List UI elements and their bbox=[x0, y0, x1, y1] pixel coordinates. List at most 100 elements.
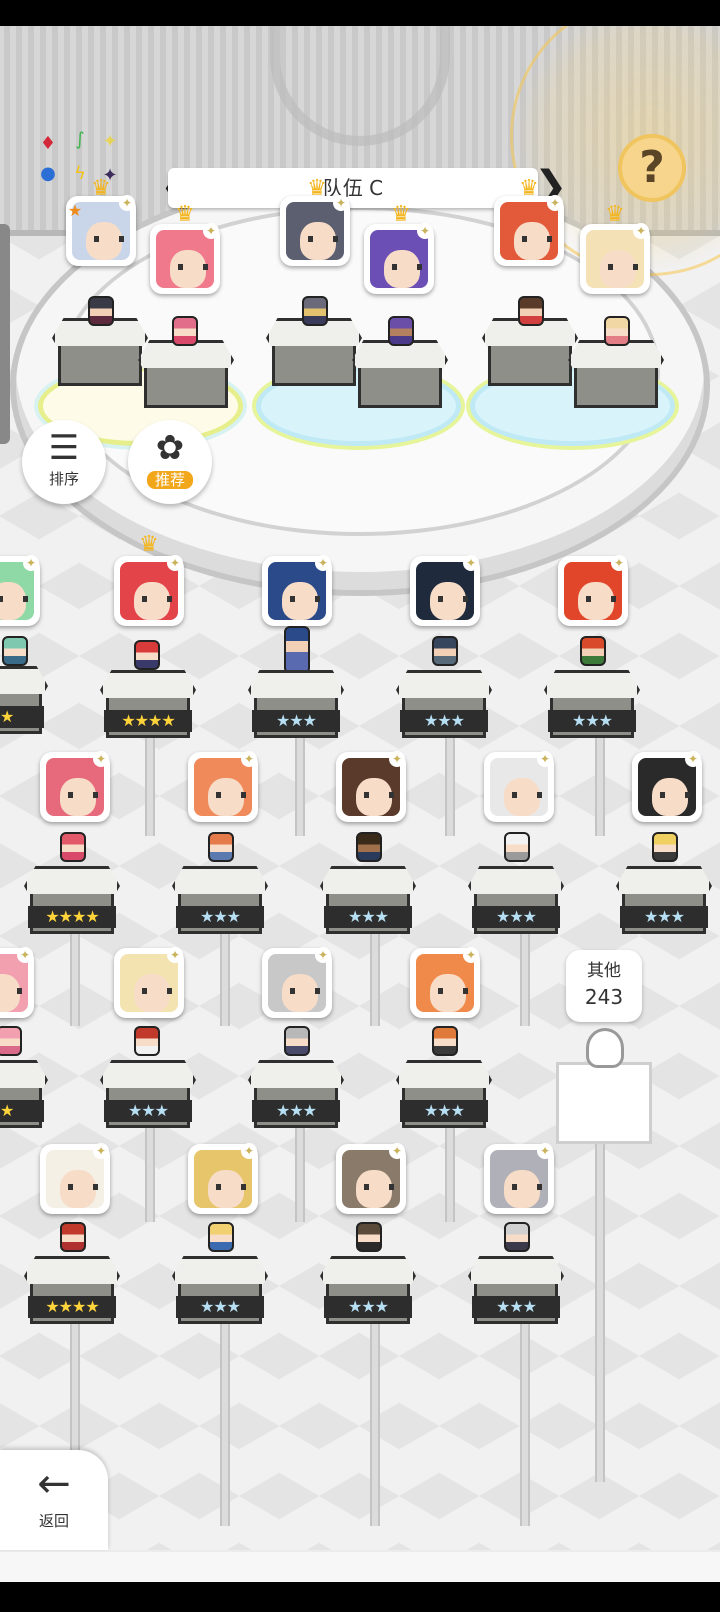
star-rating: ★★★ bbox=[324, 1296, 412, 1318]
roster-portrait[interactable]: ✦ bbox=[484, 751, 554, 822]
roster-portrait[interactable]: ✦ bbox=[410, 947, 480, 1018]
roster-pedestal[interactable]: ★★★ bbox=[468, 1256, 564, 1328]
character-sprite bbox=[580, 636, 606, 666]
team-pedestal[interactable] bbox=[568, 340, 664, 412]
character-sprite bbox=[60, 1222, 86, 1252]
roster-portrait[interactable]: ✦ bbox=[262, 555, 332, 626]
team-member-portrait[interactable]: ✦ bbox=[364, 223, 434, 294]
character-sprite bbox=[504, 1222, 530, 1252]
character-sprite bbox=[356, 832, 382, 862]
character-sprite bbox=[518, 296, 544, 326]
recommend-label: 推荐 bbox=[146, 471, 193, 489]
roster-portrait[interactable]: ✦ bbox=[632, 751, 702, 822]
others-count-bubble[interactable]: 其他 243 bbox=[566, 950, 642, 1022]
character-sprite bbox=[0, 1026, 22, 1056]
roster-pedestal[interactable]: ★★★ bbox=[320, 866, 416, 938]
roster-pedestal[interactable]: ★★★ bbox=[396, 670, 492, 742]
roster-pedestal[interactable]: ★★★ bbox=[616, 866, 712, 938]
back-arrow-icon: ← bbox=[37, 1461, 71, 1507]
star-rating: ★★★★ bbox=[104, 710, 192, 732]
roster-portrait[interactable]: ✦ bbox=[0, 555, 40, 626]
roster-pedestal[interactable]: ★★★★ bbox=[24, 1256, 120, 1328]
game-scene: ♦ ∫ ✦ ● ϟ ✦ ❮ 队伍 C ❯ ? ✦ ★ ♛ ✦ ♛ ✦ ♛ ✦ ♛… bbox=[0, 26, 720, 1582]
character-sprite bbox=[302, 296, 328, 326]
character-sprite bbox=[172, 316, 198, 346]
team-member-portrait[interactable]: ✦ bbox=[494, 195, 564, 266]
star-rating: ★★★ bbox=[620, 906, 708, 928]
roster-portrait[interactable]: ✦ bbox=[410, 555, 480, 626]
star-icon: ★ bbox=[67, 201, 83, 220]
pole bbox=[220, 1296, 230, 1526]
character-sprite bbox=[134, 1026, 160, 1056]
roster-pedestal[interactable]: ★★★★ bbox=[24, 866, 120, 938]
team-member-portrait[interactable]: ✦ bbox=[280, 195, 350, 266]
roster-pedestal[interactable]: ★★★ bbox=[172, 1256, 268, 1328]
character-sprite bbox=[88, 296, 114, 326]
team-member-portrait[interactable]: ✦ bbox=[150, 223, 220, 294]
back-button[interactable]: ← 返回 bbox=[0, 1450, 108, 1550]
fire-element-icon: ♦ bbox=[39, 133, 57, 154]
star-rating: ★★★ bbox=[472, 1296, 560, 1318]
roster-pedestal[interactable]: ★★★ bbox=[396, 1060, 492, 1132]
roster-pedestal[interactable]: ★★★ bbox=[320, 1256, 416, 1328]
star-rating: ★★★ bbox=[252, 1100, 340, 1122]
roster-portrait[interactable]: ✦ bbox=[336, 751, 406, 822]
roster-portrait[interactable]: ✦ bbox=[484, 1143, 554, 1214]
roster-pedestal[interactable]: ★★★ bbox=[248, 1060, 344, 1132]
roster-pedestal[interactable]: ★★ bbox=[0, 666, 48, 738]
recommend-button[interactable]: ✿ 推荐 bbox=[128, 420, 212, 504]
roster-portrait[interactable]: ✦ bbox=[188, 751, 258, 822]
roster-pedestal[interactable]: ★★★ bbox=[100, 1060, 196, 1132]
roster-pedestal[interactable]: ★★★★ bbox=[100, 670, 196, 742]
roster-pedestal[interactable]: ★★★ bbox=[248, 670, 344, 742]
team-member-portrait[interactable]: ✦ bbox=[580, 223, 650, 294]
team-pedestal[interactable] bbox=[52, 318, 148, 390]
roster-portrait[interactable]: ✦ bbox=[0, 947, 34, 1018]
pole bbox=[520, 1296, 530, 1526]
team-pedestal[interactable] bbox=[266, 318, 362, 390]
roster-portrait[interactable]: ✦ bbox=[114, 947, 184, 1018]
others-pedestal[interactable] bbox=[556, 1062, 652, 1144]
sort-label: 排序 bbox=[48, 470, 79, 488]
star-rating: ★★ bbox=[0, 1100, 44, 1122]
character-sprite bbox=[388, 316, 414, 346]
team-pedestal[interactable] bbox=[482, 318, 578, 390]
side-drawer-handle[interactable] bbox=[0, 224, 10, 444]
roster-portrait[interactable]: ✦ bbox=[40, 751, 110, 822]
roster-pedestal[interactable]: ★★★ bbox=[468, 866, 564, 938]
star-rating: ★★ bbox=[0, 706, 44, 728]
character-sprite bbox=[208, 832, 234, 862]
roster-pedestal[interactable]: ★★★ bbox=[544, 670, 640, 742]
roster-pedestal[interactable]: ★★ bbox=[0, 1060, 48, 1132]
team-pedestal[interactable] bbox=[352, 340, 448, 412]
roster-portrait[interactable]: ✦ bbox=[40, 1143, 110, 1214]
navigation-bar bbox=[0, 1582, 720, 1612]
team-pedestal[interactable] bbox=[138, 340, 234, 412]
status-bar bbox=[0, 0, 720, 26]
crown-icon: ♛ bbox=[391, 202, 411, 227]
character-sprite bbox=[60, 832, 86, 862]
team-name-bar: 队伍 C bbox=[168, 168, 538, 208]
help-button[interactable]: ? bbox=[618, 134, 686, 202]
flower-icon: ✿ bbox=[155, 428, 185, 468]
character-sprite bbox=[432, 636, 458, 666]
crown-icon: ♛ bbox=[519, 176, 539, 201]
roster-portrait[interactable]: ✦ bbox=[188, 1143, 258, 1214]
pole bbox=[370, 1296, 380, 1526]
character-sprite bbox=[284, 626, 310, 674]
sort-button[interactable]: ☰ 排序 bbox=[22, 420, 106, 504]
others-label: 其他 bbox=[587, 961, 621, 981]
star-rating: ★★★ bbox=[176, 1296, 264, 1318]
roster-portrait[interactable]: ✦ bbox=[114, 555, 184, 626]
star-rating: ★★★ bbox=[400, 710, 488, 732]
crown-icon: ♛ bbox=[91, 176, 111, 201]
roster-pedestal[interactable]: ★★★ bbox=[172, 866, 268, 938]
roster-portrait[interactable]: ✦ bbox=[336, 1143, 406, 1214]
roster-portrait[interactable]: ✦ bbox=[558, 555, 628, 626]
crown-icon: ♛ bbox=[139, 532, 159, 557]
character-sprite bbox=[604, 316, 630, 346]
roster-portrait[interactable]: ✦ bbox=[262, 947, 332, 1018]
star-rating: ★★★ bbox=[252, 710, 340, 732]
wind-element-icon: ∫ bbox=[75, 129, 85, 150]
character-sprite bbox=[652, 832, 678, 862]
